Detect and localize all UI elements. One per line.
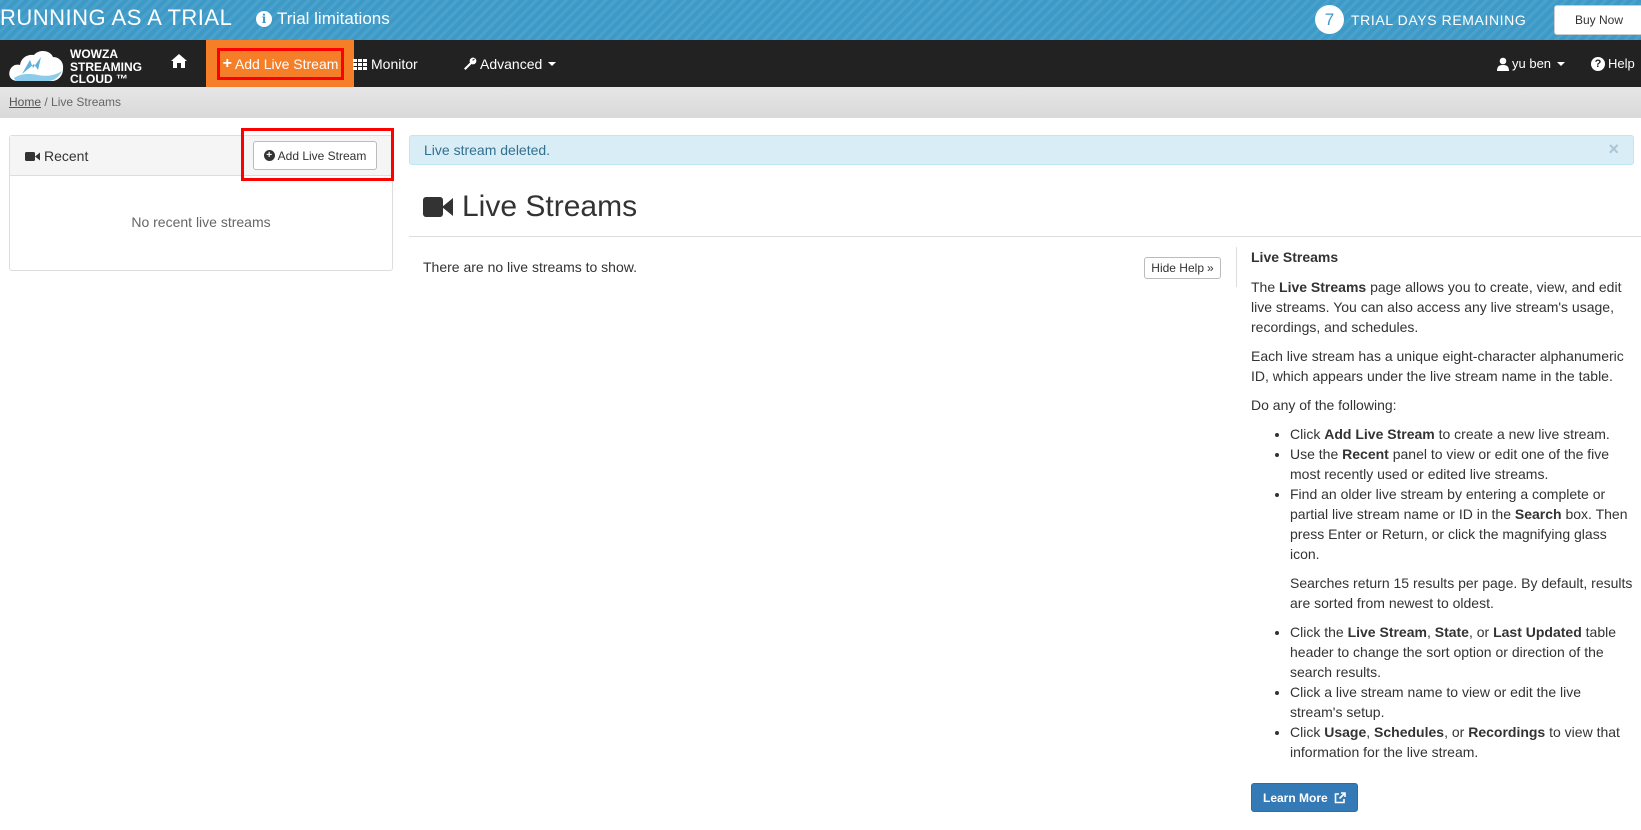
help-panel: Live Streams The Live Streams page allow… xyxy=(1251,247,1636,812)
video-camera-icon xyxy=(423,197,453,217)
recent-panel-title: Recent xyxy=(25,148,88,164)
breadcrumb-current: Live Streams xyxy=(51,95,122,109)
recent-add-live-stream-label: Add Live Stream xyxy=(277,148,367,163)
page-title-label: Live Streams xyxy=(462,190,638,223)
cloud-logo-icon xyxy=(9,51,64,81)
no-recent-text: No recent live streams xyxy=(131,214,271,230)
help-paragraph-options: Do any of the following: xyxy=(1251,397,1397,413)
home-nav-button[interactable] xyxy=(170,53,188,74)
nav-advanced-dropdown[interactable]: Advanced xyxy=(463,56,557,72)
recent-title-label: Recent xyxy=(44,148,89,164)
grid-icon xyxy=(353,58,367,70)
hide-help-label: Hide Help xyxy=(1151,261,1204,275)
trial-limitations-link[interactable]: i Trial limitations xyxy=(256,9,390,29)
close-icon[interactable]: × xyxy=(1608,139,1619,160)
logo-line-3: CLOUD ™ xyxy=(70,72,128,86)
user-menu-dropdown[interactable]: yu ben xyxy=(1497,56,1566,71)
help-heading: Live Streams xyxy=(1251,249,1339,265)
help-paragraph-intro: The Live Streams page allows you to crea… xyxy=(1251,279,1622,335)
buy-now-button[interactable]: Buy Now xyxy=(1554,5,1641,35)
help-list: Click Add Live Stream to create a new li… xyxy=(1251,424,1636,564)
nav-help-label: Help xyxy=(1608,56,1635,71)
recent-add-live-stream-button[interactable]: + Add Live Stream xyxy=(253,141,377,170)
question-icon: ? xyxy=(1591,56,1605,71)
user-name-label: yu ben xyxy=(1512,56,1552,71)
nav-monitor[interactable]: Monitor xyxy=(353,56,418,72)
alert-message: Live stream deleted. xyxy=(424,142,551,158)
nav-advanced-label: Advanced xyxy=(480,56,543,72)
info-icon: i xyxy=(256,11,272,27)
page-title: Live Streams xyxy=(423,190,637,224)
nav-add-live-stream-highlight[interactable]: + Add Live Stream xyxy=(217,48,344,80)
help-list-item: Click Add Live Stream to create a new li… xyxy=(1290,424,1636,444)
logo-line-1: WOWZA xyxy=(70,47,118,61)
video-camera-icon xyxy=(25,151,40,161)
nav-monitor-label: Monitor xyxy=(371,56,418,72)
help-list-item: Click Usage, Schedules, or Recordings to… xyxy=(1290,722,1636,762)
breadcrumb-home-link[interactable]: Home xyxy=(9,95,41,109)
wrench-icon xyxy=(464,57,477,70)
logo-text: WOWZA STREAMING CLOUD ™ xyxy=(70,48,142,86)
hide-help-button[interactable]: Hide Help » xyxy=(1144,257,1221,279)
help-list: Click the Live Stream, State, or Last Up… xyxy=(1251,622,1636,762)
learn-more-label: Learn More xyxy=(1263,790,1328,805)
no-streams-text: There are no live streams to show. xyxy=(423,259,637,275)
nav-add-live-stream-tab[interactable]: + Add Live Stream xyxy=(206,40,354,87)
wowza-logo[interactable]: WOWZA STREAMING CLOUD ™ xyxy=(8,46,158,86)
learn-more-button[interactable]: Learn More xyxy=(1251,783,1358,812)
help-search-note: Searches return 15 results per page. By … xyxy=(1290,575,1633,611)
plus-icon: + xyxy=(222,55,232,72)
plus-circle-icon: + xyxy=(263,150,275,161)
trial-banner: RUNNING AS A TRIAL i Trial limitations 7… xyxy=(0,0,1641,40)
trial-limitations-label: Trial limitations xyxy=(277,9,390,28)
breadcrumb: Home / Live Streams xyxy=(0,87,1641,118)
title-divider xyxy=(409,236,1641,237)
breadcrumb-separator: / xyxy=(41,95,52,109)
success-alert: Live stream deleted. × xyxy=(409,135,1634,165)
trial-days-count: 7 xyxy=(1315,5,1344,34)
nav-help[interactable]: ? Help xyxy=(1591,56,1635,71)
main-navbar: WOWZA STREAMING CLOUD ™ + Add Live Strea… xyxy=(0,40,1641,87)
help-paragraph-id: Each live stream has a unique eight-char… xyxy=(1251,348,1624,384)
chevron-down-icon xyxy=(548,62,557,66)
help-list-item: Click the Live Stream, State, or Last Up… xyxy=(1290,622,1636,682)
help-list-item: Find an older live stream by entering a … xyxy=(1290,484,1636,564)
external-link-icon xyxy=(1334,791,1346,803)
double-chevron-right-icon: » xyxy=(1207,261,1214,275)
help-divider xyxy=(1236,247,1237,287)
help-list-item: Use the Recent panel to view or edit one… xyxy=(1290,444,1636,484)
nav-add-live-stream-label: Add Live Stream xyxy=(234,56,339,72)
trial-days-label: TRIAL DAYS REMAINING xyxy=(1351,12,1527,28)
help-list-item: Click a live stream name to view or edit… xyxy=(1290,682,1636,722)
home-icon xyxy=(171,54,187,68)
trial-title: RUNNING AS A TRIAL xyxy=(0,5,233,30)
chevron-down-icon xyxy=(1557,61,1566,66)
user-icon xyxy=(1497,57,1509,71)
